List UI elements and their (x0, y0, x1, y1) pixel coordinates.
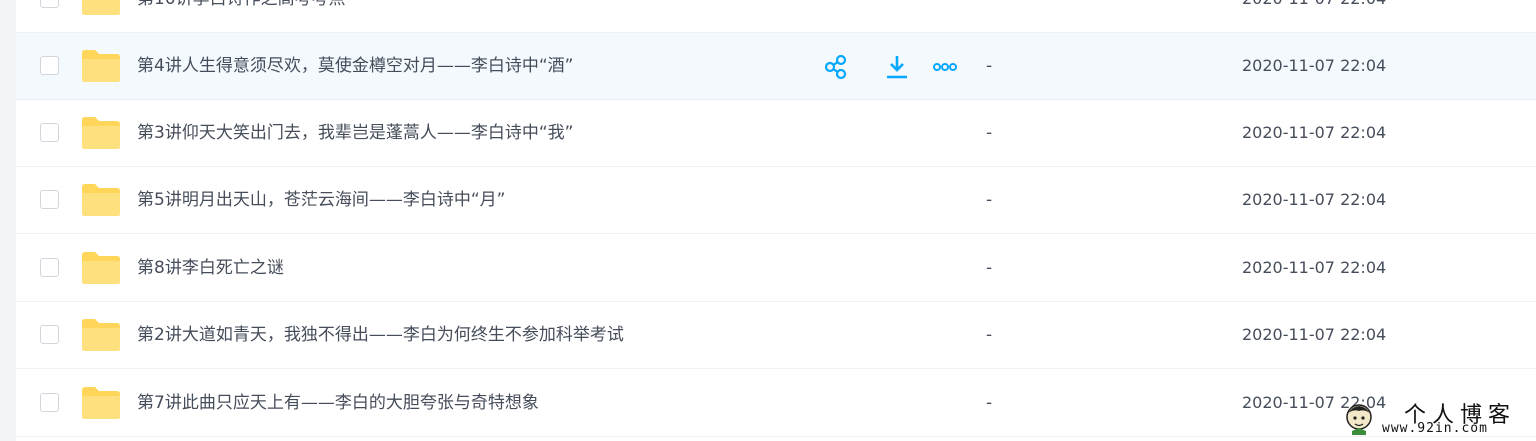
modified-time: 2020-11-07 22:04 (1242, 190, 1387, 209)
more-icon[interactable] (931, 53, 959, 81)
file-size: - (986, 393, 993, 413)
modified-time: 2020-11-07 22:04 (1242, 56, 1387, 75)
row-checkbox[interactable] (40, 190, 59, 209)
folder-icon (82, 184, 120, 216)
file-size: - (986, 0, 992, 10)
file-name[interactable]: 第3讲仰天大笑出门去，我辈岂是蓬蒿人——李白诗中“我” (137, 122, 573, 144)
watermark: 个人博客 www.92in.com (1340, 395, 1536, 441)
folder-icon (82, 319, 120, 351)
table-row[interactable]: 第2讲大道如青天，我独不得出——李白为何终生不参加科举考试 - 2020-11-… (16, 302, 1536, 369)
watermark-url: www.92in.com (1382, 421, 1488, 436)
table-row[interactable]: 第3讲仰天大笑出门去，我辈岂是蓬蒿人——李白诗中“我” - 2020-11-07… (16, 100, 1536, 167)
row-checkbox[interactable] (40, 0, 59, 8)
folder-icon (82, 252, 120, 284)
row-checkbox[interactable] (40, 123, 59, 142)
file-name[interactable]: 第8讲李白死亡之谜 (137, 257, 284, 279)
table-row[interactable]: 第5讲明月出天山，苍茫云海间——李白诗中“月” - 2020-11-07 22:… (16, 167, 1536, 234)
share-icon[interactable] (821, 53, 849, 81)
modified-time: 2020-11-07 22:04 (1242, 123, 1387, 142)
table-row[interactable]: 第8讲李白死亡之谜 - 2020-11-07 22:04 (16, 235, 1536, 302)
row-checkbox[interactable] (40, 258, 59, 277)
file-list: 第10讲李白诗作之高考考点 - 2020-11-07 22:04 第4讲人生得意… (16, 0, 1536, 441)
row-checkbox[interactable] (40, 56, 59, 75)
file-size: - (986, 56, 993, 76)
file-name[interactable]: 第10讲李白诗作之高考考点 (137, 0, 346, 10)
modified-time: 2020-11-07 22:04 (1242, 258, 1387, 277)
file-size: - (986, 258, 993, 278)
file-size: - (986, 190, 993, 210)
file-size: - (986, 123, 993, 143)
file-name[interactable]: 第4讲人生得意须尽欢，莫使金樽空对月——李白诗中“酒” (137, 55, 573, 77)
folder-icon (82, 50, 120, 82)
download-icon[interactable] (883, 53, 911, 81)
row-checkbox[interactable] (40, 393, 59, 412)
table-row[interactable]: 第7讲此曲只应天上有——李白的大胆夸张与奇特想象 - 2020-11-07 22… (16, 370, 1536, 437)
table-row[interactable]: 第10讲李白诗作之高考考点 - 2020-11-07 22:04 (16, 0, 1536, 33)
folder-icon (82, 117, 120, 149)
modified-time: 2020-11-07 22:04 (1242, 0, 1386, 10)
file-name[interactable]: 第7讲此曲只应天上有——李白的大胆夸张与奇特想象 (137, 392, 539, 414)
file-size: - (986, 325, 993, 345)
file-name[interactable]: 第5讲明月出天山，苍茫云海间——李白诗中“月” (137, 189, 505, 211)
avatar-icon (1346, 404, 1372, 435)
folder-icon (82, 0, 120, 15)
table-row[interactable]: 第4讲人生得意须尽欢，莫使金樽空对月——李白诗中“酒” - 2020-11-07 (16, 33, 1536, 100)
folder-icon (82, 387, 120, 419)
modified-time: 2020-11-07 22:04 (1242, 325, 1387, 344)
row-checkbox[interactable] (40, 325, 59, 344)
file-name[interactable]: 第2讲大道如青天，我独不得出——李白为何终生不参加科举考试 (137, 324, 624, 346)
